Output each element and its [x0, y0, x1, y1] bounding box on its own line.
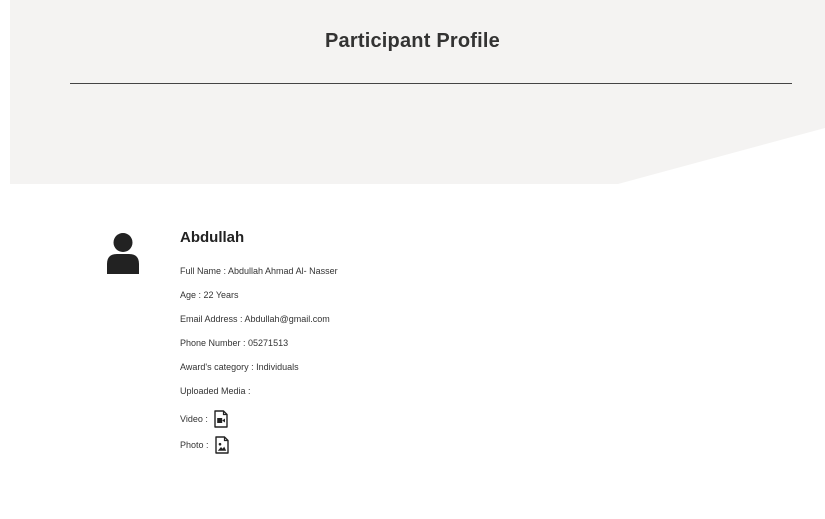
page-title: Participant Profile: [325, 30, 500, 52]
header-divider: [70, 83, 792, 84]
award-category-field: Award's category : Individuals: [180, 362, 299, 372]
video-label: Video :: [180, 414, 208, 424]
uploaded-media-label: Uploaded Media :: [180, 386, 251, 396]
profile-details: Abdullah Full Name : Abdullah Ahmad Al- …: [180, 228, 580, 461]
header-background-shape: [10, 0, 825, 184]
photo-label: Photo :: [180, 440, 209, 450]
email-field: Email Address : Abdullah@gmail.com: [180, 314, 330, 324]
video-file-icon[interactable]: [214, 410, 228, 428]
video-row: Video :: [180, 409, 580, 429]
image-file-icon[interactable]: [214, 436, 229, 454]
avatar-icon: [105, 232, 141, 274]
profile-fields: Full Name : Abdullah Ahmad Al- Nasser Ag…: [180, 265, 580, 455]
phone-field: Phone Number : 05271513: [180, 338, 289, 348]
photo-row: Photo :: [180, 435, 580, 455]
header-band: [10, 0, 825, 184]
full-name-field: Full Name : Abdullah Ahmad Al- Nasser: [180, 266, 338, 276]
age-field: Age : 22 Years: [180, 290, 239, 300]
participant-name: Abdullah: [180, 229, 245, 246]
